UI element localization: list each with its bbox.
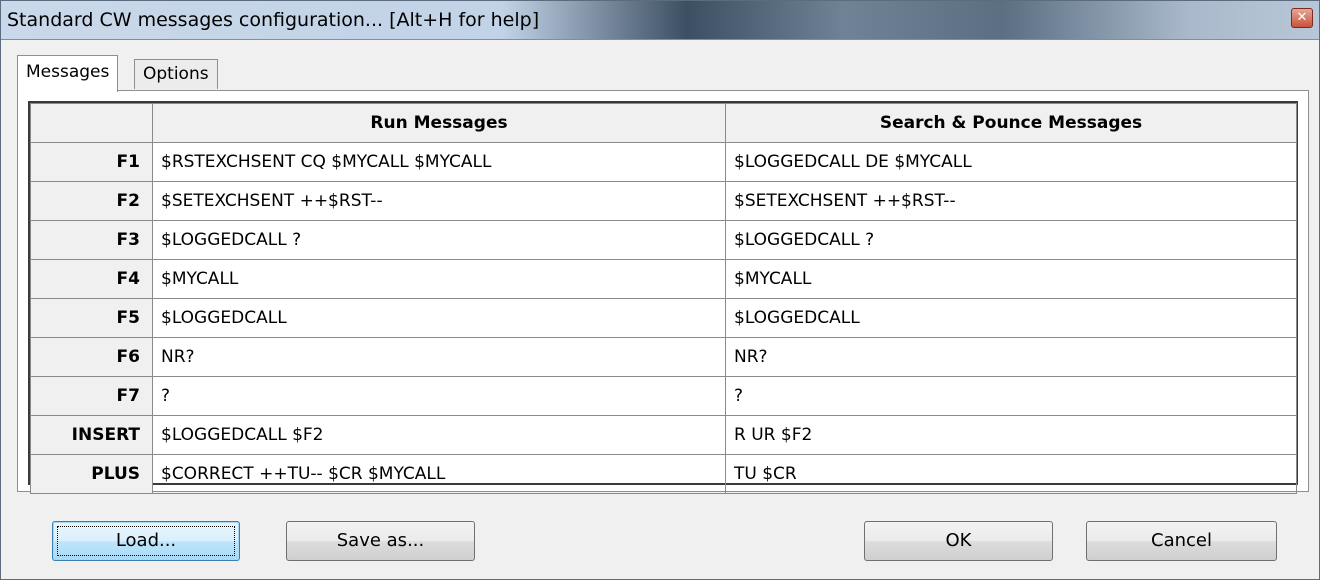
table-row: F6 NR? NR?	[30, 337, 1297, 377]
run-message-cell[interactable]: ?	[152, 376, 726, 416]
table-row: F7 ? ?	[30, 376, 1297, 416]
run-message-cell[interactable]: $LOGGEDCALL ?	[152, 220, 726, 260]
row-key: F1	[30, 142, 153, 182]
dialog-window: Standard CW messages configuration... [A…	[0, 0, 1320, 580]
sp-message-cell[interactable]: NR?	[725, 337, 1297, 377]
column-header-run[interactable]: Run Messages	[152, 103, 726, 143]
focus-rectangle	[57, 526, 235, 556]
run-message-cell[interactable]: $LOGGEDCALL $F2	[152, 415, 726, 455]
table-row: F3 $LOGGEDCALL ? $LOGGEDCALL ?	[30, 220, 1297, 260]
row-key: F3	[30, 220, 153, 260]
run-message-cell[interactable]: $LOGGEDCALL	[152, 298, 726, 338]
sp-message-cell[interactable]: $LOGGEDCALL ?	[725, 220, 1297, 260]
run-message-cell[interactable]: $MYCALL	[152, 259, 726, 299]
row-key: F4	[30, 259, 153, 299]
table-row: F2 $SETEXCHSENT ++$RST-- $SETEXCHSENT ++…	[30, 181, 1297, 221]
run-message-cell[interactable]: $SETEXCHSENT ++$RST--	[152, 181, 726, 221]
cancel-button[interactable]: Cancel	[1086, 521, 1277, 561]
column-header-sp[interactable]: Search & Pounce Messages	[725, 103, 1297, 143]
sp-message-cell[interactable]: ?	[725, 376, 1297, 416]
messages-tab-page: Run Messages Search & Pounce Messages F1…	[17, 90, 1309, 494]
sp-message-cell[interactable]: $MYCALL	[725, 259, 1297, 299]
ok-button[interactable]: OK	[864, 521, 1053, 561]
sp-message-cell[interactable]: $LOGGEDCALL DE $MYCALL	[725, 142, 1297, 182]
table-row: F5 $LOGGEDCALL $LOGGEDCALL	[30, 298, 1297, 338]
run-message-cell[interactable]: $CORRECT ++TU-- $CR $MYCALL	[152, 454, 726, 494]
run-message-cell[interactable]: NR?	[152, 337, 726, 377]
row-key: F2	[30, 181, 153, 221]
messages-grid: Run Messages Search & Pounce Messages F1…	[28, 101, 1298, 494]
sp-message-cell[interactable]: $SETEXCHSENT ++$RST--	[725, 181, 1297, 221]
save-as-button[interactable]: Save as...	[286, 521, 475, 561]
load-button[interactable]: Load...	[52, 521, 240, 561]
tab-messages[interactable]: Messages	[17, 55, 119, 92]
row-key: F7	[30, 376, 153, 416]
sp-message-cell[interactable]: TU $CR	[725, 454, 1297, 494]
row-key: F5	[30, 298, 153, 338]
title-bar[interactable]: Standard CW messages configuration... [A…	[1, 1, 1319, 40]
table-row: PLUS $CORRECT ++TU-- $CR $MYCALL TU $CR	[30, 454, 1297, 494]
window-title: Standard CW messages configuration... [A…	[7, 9, 540, 31]
table-row: INSERT $LOGGEDCALL $F2 R UR $F2	[30, 415, 1297, 455]
row-key: F6	[30, 337, 153, 377]
row-key: INSERT	[30, 415, 153, 455]
tab-options[interactable]: Options	[134, 59, 218, 89]
row-key: PLUS	[30, 454, 153, 494]
close-icon[interactable]: ✕	[1291, 8, 1313, 28]
sp-message-cell[interactable]: R UR $F2	[725, 415, 1297, 455]
grid-corner-header	[30, 103, 153, 143]
sp-message-cell[interactable]: $LOGGEDCALL	[725, 298, 1297, 338]
table-row: F4 $MYCALL $MYCALL	[30, 259, 1297, 299]
run-message-cell[interactable]: $RSTEXCHSENT CQ $MYCALL $MYCALL	[152, 142, 726, 182]
table-row: F1 $RSTEXCHSENT CQ $MYCALL $MYCALL $LOGG…	[30, 142, 1297, 182]
